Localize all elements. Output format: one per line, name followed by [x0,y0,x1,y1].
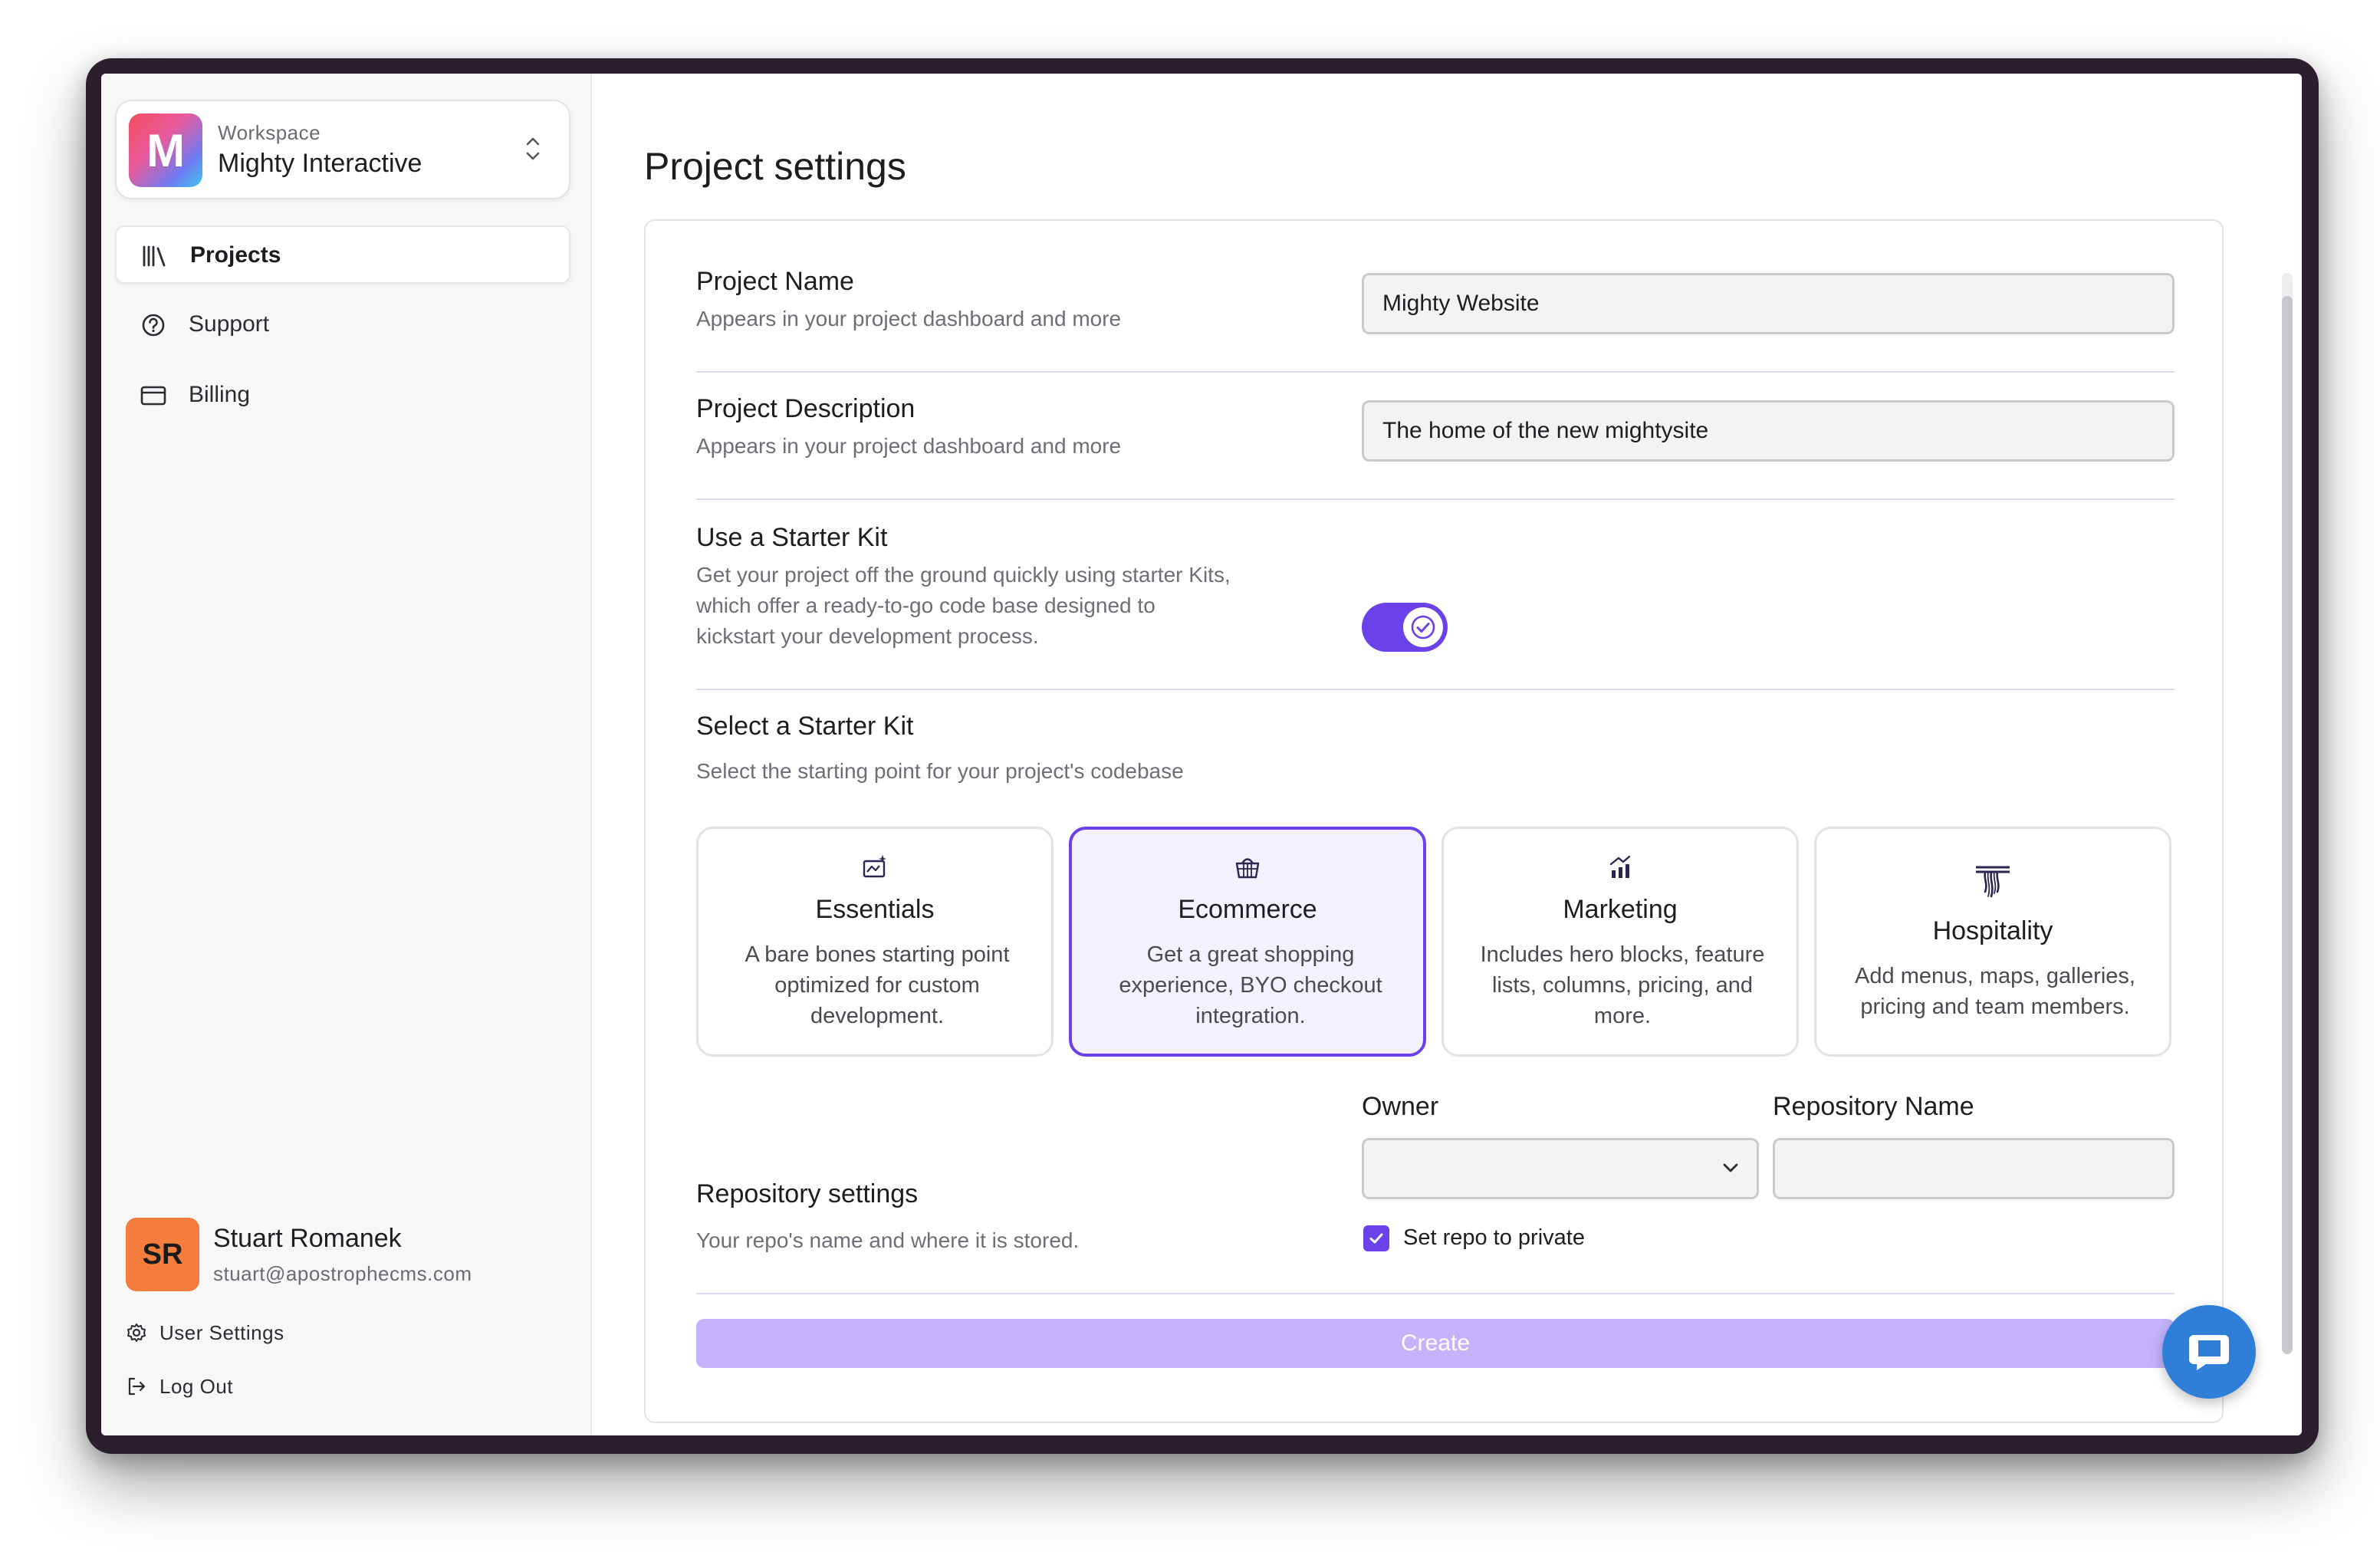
user-settings-link[interactable]: User Settings [126,1317,284,1348]
kit-description-line: Get a great shopping [1146,942,1355,967]
kit-title: Marketing [1563,895,1678,924]
kit-card-hospitality[interactable]: Hospitality Add menus, maps, galleries, … [1814,827,2171,1057]
kit-description: Get a great shopping experience, BYO che… [1095,939,1406,1031]
workspace-caption: Workspace [218,121,321,144]
kit-description-line: integration. [1195,1004,1306,1028]
sidebar-item-projects[interactable]: Projects [115,225,570,284]
divider [696,1293,2175,1294]
kit-description: Add menus, maps, galleries, pricing and … [1839,961,2151,1022]
kit-description-line: pricing and team members. [1860,995,2130,1019]
gear-icon [127,1323,146,1342]
page-title: Project settings [644,145,906,188]
sidebar: M Workspace Mighty Interactive Projects … [101,74,592,1435]
private-repo-checkbox[interactable] [1363,1225,1389,1251]
chat-launcher-button[interactable] [2162,1305,2256,1399]
check-icon [1369,1233,1383,1244]
sidebar-item-support[interactable]: Support [115,296,570,354]
kit-description: A bare bones starting point optimized fo… [722,939,1033,1031]
chart-up-icon [1609,855,1631,878]
workspace-switcher[interactable]: M Workspace Mighty Interactive [115,100,570,199]
credit-card-icon [140,386,166,406]
project-name-description: Appears in your project dashboard and mo… [696,307,1122,330]
project-description-input[interactable]: The home of the new mightysite [1362,400,2175,462]
user-name: Stuart Romanek [213,1224,402,1253]
kit-description-line: more. [1593,1004,1652,1028]
divider [696,689,2175,690]
chevron-up-down-icon [526,137,540,160]
library-icon [143,245,166,267]
chevron-down-icon [1723,1163,1738,1172]
sidebar-item-label: Support [189,311,270,337]
description-line: kickstart your development process. [696,624,1039,648]
app-window: M Workspace Mighty Interactive Projects … [101,74,2302,1435]
sidebar-item-billing[interactable]: Billing [115,367,570,425]
check-circle-icon [1411,615,1435,640]
repository-name-input[interactable] [1773,1138,2175,1199]
kit-card-marketing[interactable]: Marketing Includes hero blocks, feature … [1441,827,1799,1057]
description-line: which offer a ready-to-go code base desi… [696,594,1155,617]
avatar: SR [126,1218,199,1291]
kit-title: Hospitality [1932,916,2053,945]
log-out-label: Log Out [159,1374,234,1398]
kit-description: Includes hero blocks, feature lists, col… [1467,939,1778,1031]
workspace-logo: M [129,113,202,187]
sidebar-item-label: Projects [190,242,281,268]
starter-kit-toggle[interactable] [1362,603,1448,652]
main-content: Project settings Project Name Appears in… [593,74,2302,1435]
owner-label: Owner [1362,1092,1439,1121]
log-out-link[interactable]: Log Out [126,1371,233,1402]
shopping-basket-icon [1235,858,1260,879]
project-description-description: Appears in your project dashboard and mo… [696,434,1122,458]
kit-description-line: lists, columns, pricing, and [1491,973,1754,998]
repository-settings-description: Your repo's name and where it is stored. [696,1228,1080,1252]
kit-title: Ecommerce [1178,895,1317,924]
description-line: Get your project off the ground quickly … [696,563,1231,587]
project-name-title: Project Name [696,267,854,296]
user-email: stuart@apostrophecms.com [213,1262,472,1285]
project-settings-card: Project Name Appears in your project das… [644,219,2224,1423]
select-kit-description: Select the starting point for your proje… [696,759,1184,783]
select-kit-title: Select a Starter Kit [696,712,914,741]
kit-card-ecommerce[interactable]: Ecommerce Get a great shopping experienc… [1069,827,1426,1057]
hospitality-icon [1976,866,2010,898]
chat-bubble-icon [2189,1335,2229,1370]
owner-select[interactable] [1362,1138,1759,1199]
sidebar-item-label: Billing [189,382,251,407]
scrollbar-thumb[interactable] [2282,296,2293,1354]
log-out-icon [128,1377,146,1396]
create-button[interactable]: Create [696,1319,2175,1368]
user-settings-label: User Settings [159,1320,284,1344]
kit-description-line: development. [810,1004,945,1028]
kit-description-line: A bare bones starting point [745,942,1010,967]
sparkle-board-icon [863,855,886,878]
help-circle-icon [142,314,165,337]
workspace-name: Mighty Interactive [218,149,422,178]
divider [696,498,2175,500]
kit-description-line: optimized for custom [774,973,980,998]
kit-description-line: Includes hero blocks, feature [1480,942,1765,967]
toggle-knob [1403,607,1443,647]
starter-kit-description: Get your project off the ground quickly … [696,560,1231,652]
kit-description-line: experience, BYO checkout [1119,973,1382,998]
private-repo-label: Set repo to private [1403,1225,1585,1250]
project-description-title: Project Description [696,394,916,423]
repository-settings-title: Repository settings [696,1179,919,1208]
starter-kit-title: Use a Starter Kit [696,523,888,552]
divider [696,371,2175,373]
kit-title: Essentials [815,895,935,924]
project-name-input[interactable]: Mighty Website [1362,273,2175,334]
kit-description-line: Add menus, maps, galleries, [1855,964,2135,988]
repository-name-label: Repository Name [1773,1092,1974,1121]
kit-card-essentials[interactable]: Essentials A bare bones starting point o… [696,827,1054,1057]
